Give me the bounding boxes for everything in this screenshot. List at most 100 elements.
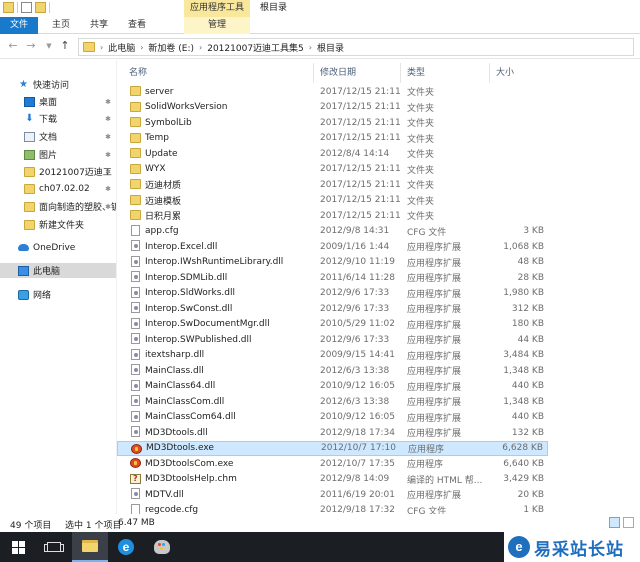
breadcrumb-this-pc[interactable]: 此电脑 bbox=[108, 41, 135, 54]
file-size: 6,628 KB bbox=[502, 443, 543, 454]
folder-icon bbox=[130, 179, 141, 189]
nav-item[interactable]: ⬇ 下载 ✱ bbox=[0, 111, 116, 126]
file-modified-date: 2012/9/6 17:33 bbox=[320, 334, 390, 345]
file-modified-date: 2012/9/18 17:34 bbox=[320, 427, 395, 438]
folder-icon bbox=[130, 148, 141, 158]
file-row[interactable]: Interop.SwConst.dll 2012/9/6 17:33 应用程序扩展 3… bbox=[117, 301, 548, 317]
file-row[interactable]: WYX 2017/12/15 21:11 文件夹 bbox=[117, 162, 548, 178]
file-modified-date: 2012/9/6 17:33 bbox=[320, 288, 390, 299]
start-button[interactable] bbox=[0, 532, 36, 562]
file-row[interactable]: MD3Dtools.dll 2012/9/18 17:34 应用程序扩展 132 KB bbox=[117, 425, 548, 441]
file-modified-date: 2012/9/10 11:19 bbox=[320, 257, 395, 268]
file-row[interactable]: MainClassCom.dll 2012/6/3 13:38 应用程序扩展 1,34… bbox=[117, 394, 548, 410]
file-modified-date: 2012/9/18 17:32 bbox=[320, 505, 395, 514]
file-row[interactable]: Interop.SDMLib.dll 2011/6/14 11:28 应用程序扩展 2… bbox=[117, 270, 548, 286]
chevron-down-icon[interactable]: ▼ bbox=[42, 39, 56, 53]
file-row[interactable]: Interop.SldWorks.dll 2012/9/6 17:33 应用程序扩展… bbox=[117, 286, 548, 302]
file-row[interactable]: SymbolLib 2017/12/15 21:11 文件夹 bbox=[117, 115, 548, 131]
forward-arrow-icon[interactable]: → bbox=[24, 39, 38, 53]
nav-item[interactable]: 新建文件夹 bbox=[0, 217, 116, 232]
file-row[interactable]: itextsharp.dll 2009/9/15 14:41 应用程序扩展 3,484… bbox=[117, 348, 548, 364]
nav-item[interactable]: 文档 ✱ bbox=[0, 129, 116, 144]
file-modified-date: 2017/12/15 21:11 bbox=[320, 164, 401, 175]
nav-item[interactable]: ch07.02.02 ✱ bbox=[0, 181, 116, 196]
desktop-icon bbox=[24, 96, 35, 107]
file-row[interactable]: MDTV.dll 2011/6/19 20:01 应用程序扩展 20 KB bbox=[117, 487, 548, 503]
nav-item[interactable]: OneDrive bbox=[0, 240, 116, 255]
tab-share[interactable]: 共享 bbox=[84, 17, 114, 34]
details-view-icon[interactable] bbox=[609, 517, 620, 528]
file-type: 应用程序扩展 bbox=[407, 429, 462, 440]
tab-manage[interactable]: 管理 bbox=[184, 17, 250, 34]
file-name: server bbox=[145, 86, 174, 97]
edge-taskbar-button[interactable]: e bbox=[108, 532, 144, 562]
file-row[interactable]: MD3Dtools.exe 2012/10/7 17:10 应用程序 6,628 KB bbox=[117, 440, 548, 456]
file-row[interactable]: 日积月累 2017/12/15 21:11 文件夹 bbox=[117, 208, 548, 224]
file-row[interactable]: MainClassCom64.dll 2010/9/12 16:05 应用程序扩展 4… bbox=[117, 410, 548, 426]
tab-view[interactable]: 查看 bbox=[122, 17, 152, 34]
chevron-right-icon[interactable]: › bbox=[199, 43, 202, 52]
address-bar[interactable]: › 此电脑 › 新加卷 (E:) › 20121007迈迪工具集5 › 根目录 bbox=[78, 38, 634, 56]
breadcrumb-root[interactable]: 根目录 bbox=[317, 41, 344, 54]
file-row[interactable]: MainClass.dll 2012/6/3 13:38 应用程序扩展 1,348 K… bbox=[117, 363, 548, 379]
file-row[interactable]: Interop.SwDocumentMgr.dll 2010/5/29 11:02… bbox=[117, 317, 548, 333]
file-explorer-taskbar-button[interactable] bbox=[72, 532, 108, 562]
site-watermark: e 易采站长站 bbox=[504, 532, 640, 562]
file-row[interactable]: regcode.cfg 2012/9/18 17:32 CFG 文件 1 KB bbox=[117, 503, 548, 514]
nav-item[interactable]: 此电脑 bbox=[0, 263, 116, 278]
dll-file-icon bbox=[131, 348, 140, 360]
file-type: CFG 文件 bbox=[407, 227, 447, 238]
file-name: 迈迪模板 bbox=[145, 196, 182, 207]
chevron-right-icon[interactable]: › bbox=[100, 43, 103, 52]
application-icon bbox=[130, 458, 141, 468]
breadcrumb-drive[interactable]: 新加卷 (E:) bbox=[148, 41, 194, 54]
file-type: 文件夹 bbox=[407, 88, 435, 99]
large-icons-view-icon[interactable] bbox=[623, 517, 634, 528]
task-view-button[interactable] bbox=[36, 532, 72, 562]
file-row[interactable]: server 2017/12/15 21:11 文件夹 bbox=[117, 84, 548, 100]
file-type: 应用程序扩展 bbox=[407, 274, 462, 285]
file-row[interactable]: SolidWorksVersion 2017/12/15 21:11 文件夹 bbox=[117, 100, 548, 116]
up-arrow-icon[interactable]: ↑ bbox=[58, 39, 72, 53]
file-row[interactable]: app.cfg 2012/9/8 14:31 CFG 文件 3 KB bbox=[117, 224, 548, 240]
file-name: SymbolLib bbox=[145, 117, 192, 128]
file-name: MD3DtoolsHelp.chm bbox=[145, 474, 237, 485]
column-header-name[interactable]: 名称 bbox=[117, 63, 314, 83]
pin-icon: ✱ bbox=[105, 202, 111, 211]
back-arrow-icon[interactable]: ← bbox=[6, 39, 20, 53]
file-row[interactable]: Temp 2017/12/15 21:11 文件夹 bbox=[117, 131, 548, 147]
file-row[interactable]: MD3DtoolsHelp.chm 2012/9/8 14:09 编译的 HTML … bbox=[117, 472, 548, 488]
folder-icon[interactable] bbox=[3, 2, 14, 13]
column-header-type[interactable]: 类型 bbox=[402, 63, 490, 83]
nav-item[interactable]: 面向制造的塑胶、钣 ✱ bbox=[0, 199, 116, 214]
tab-home[interactable]: 主页 bbox=[46, 17, 76, 34]
document-icon bbox=[24, 131, 35, 142]
file-row[interactable]: Update 2012/8/4 14:14 文件夹 bbox=[117, 146, 548, 162]
chevron-right-icon[interactable]: › bbox=[309, 43, 312, 52]
nav-item[interactable]: ★ 快速访问 bbox=[0, 77, 116, 92]
file-row[interactable]: MD3DtoolsCom.exe 2012/10/7 17:35 应用程序 6,640… bbox=[117, 456, 548, 472]
file-row[interactable]: MainClass64.dll 2010/9/12 16:05 应用程序扩展 440 … bbox=[117, 379, 548, 395]
network-icon bbox=[18, 289, 29, 300]
nav-item-label: 此电脑 bbox=[33, 267, 61, 277]
nav-item[interactable]: 网络 bbox=[0, 287, 116, 302]
file-row[interactable]: Interop.Excel.dll 2009/1/16 1:44 应用程序扩展 1,0… bbox=[117, 239, 548, 255]
file-row[interactable]: 迈迪模板 2017/12/15 21:11 文件夹 bbox=[117, 193, 548, 209]
nav-item[interactable]: 图片 ✱ bbox=[0, 147, 116, 162]
breadcrumb-toolset[interactable]: 20121007迈迪工具集5 bbox=[207, 41, 304, 54]
file-size: 20 KB bbox=[517, 489, 544, 500]
properties-icon[interactable] bbox=[21, 2, 32, 13]
file-row[interactable]: 迈迪材质 2017/12/15 21:11 文件夹 bbox=[117, 177, 548, 193]
file-row[interactable]: Interop.SWPublished.dll 2012/9/6 17:33 应用程… bbox=[117, 332, 548, 348]
tab-file[interactable]: 文件 bbox=[0, 17, 38, 34]
file-modified-date: 2012/6/3 13:38 bbox=[320, 365, 390, 376]
nav-item[interactable]: 桌面 ✱ bbox=[0, 94, 116, 109]
chevron-right-icon[interactable]: › bbox=[140, 43, 143, 52]
nav-item[interactable]: 20121007迈迪工 ✱ bbox=[0, 164, 116, 179]
new-folder-icon[interactable] bbox=[35, 2, 46, 13]
column-header-size[interactable]: 大小 bbox=[491, 63, 548, 83]
paint-taskbar-button[interactable] bbox=[144, 532, 180, 562]
file-row[interactable]: Interop.IWshRuntimeLibrary.dll 2012/9/10 … bbox=[117, 255, 548, 271]
file-name: Interop.SDMLib.dll bbox=[145, 272, 228, 283]
column-header-date[interactable]: 修改日期 bbox=[315, 63, 401, 83]
